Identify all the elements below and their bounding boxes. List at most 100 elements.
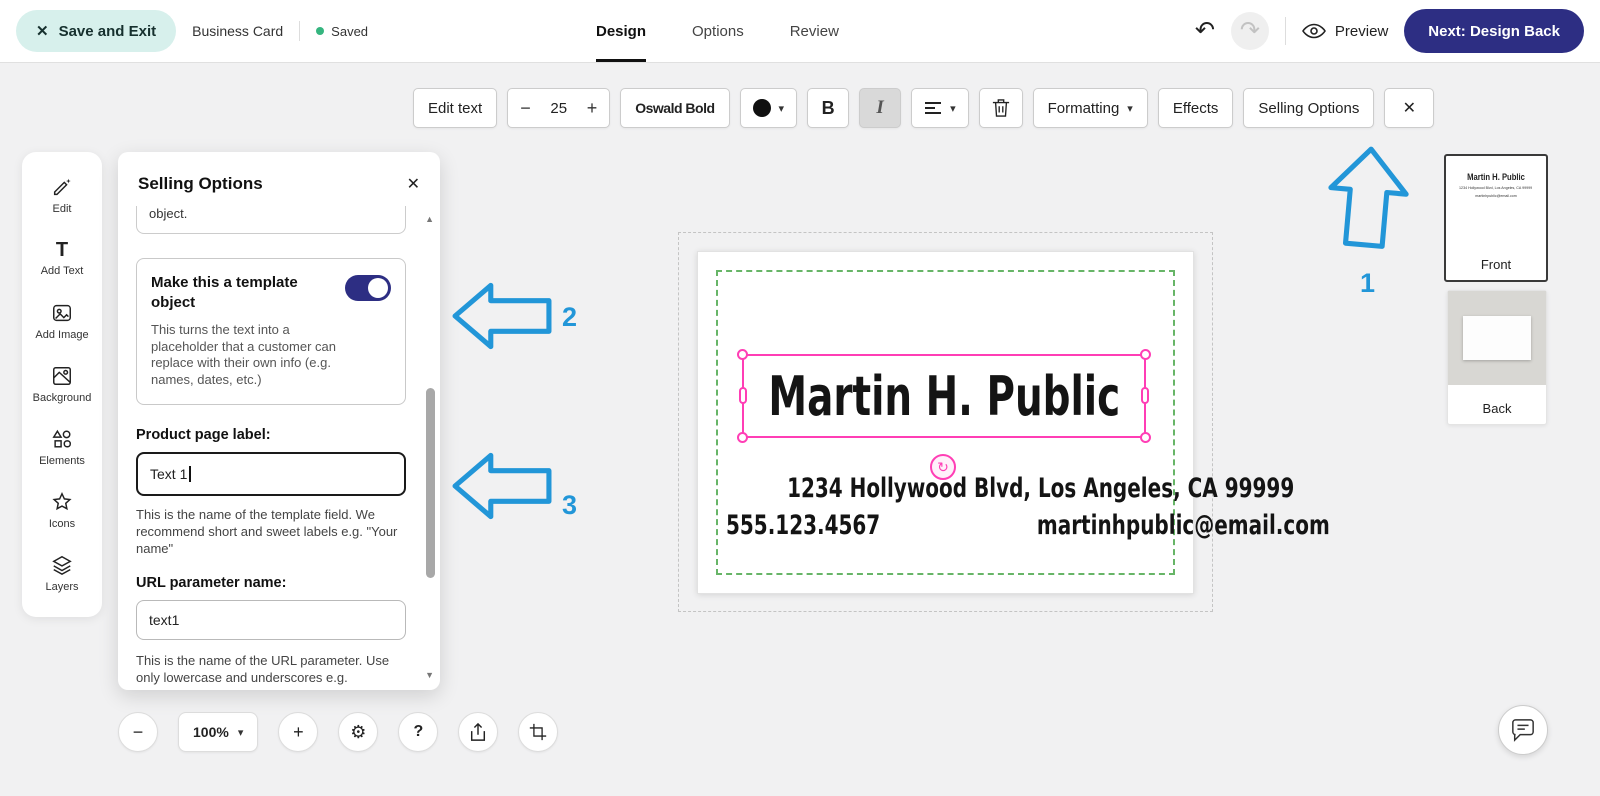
resize-handle-middle-left[interactable] — [739, 387, 747, 404]
product-page-label-input[interactable]: Text 1 — [136, 452, 406, 496]
zoom-in-button[interactable]: + — [278, 712, 318, 752]
undo-icon[interactable]: ↶ — [1195, 19, 1215, 43]
url-parameter-input[interactable] — [136, 600, 406, 640]
crop-icon — [529, 723, 547, 741]
chevron-down-icon: ▾ — [950, 102, 956, 115]
annotation-number-3: 3 — [562, 490, 577, 521]
scrollbar-up-icon[interactable]: ▲ — [425, 214, 434, 224]
panel-title: Selling Options — [138, 174, 263, 194]
font-size-decrease-button[interactable]: − — [520, 98, 531, 119]
edit-text-label: Edit text — [428, 100, 482, 117]
main-tabs: Design Options Review — [596, 0, 839, 62]
bold-button[interactable]: B — [807, 88, 849, 128]
font-family-label: Oswald Bold — [635, 100, 714, 116]
edit-pencil-icon — [51, 176, 73, 198]
chevron-down-icon: ▾ — [238, 726, 244, 739]
resize-handle-top-right[interactable] — [1140, 349, 1151, 360]
back-side-thumbnail[interactable]: Back — [1447, 290, 1547, 425]
preview-button[interactable]: Preview — [1302, 23, 1388, 40]
star-icon — [51, 491, 73, 513]
header-right: ↶ ↷ Preview Next: Design Back — [1195, 0, 1584, 62]
crop-button[interactable] — [518, 712, 558, 752]
thumb-front-address: 1234 Hollywood Blvd, Los Angeles, CA 999… — [1459, 185, 1532, 190]
formatting-button[interactable]: Formatting ▾ — [1033, 88, 1148, 128]
business-card-canvas[interactable]: Martin H. Public ↻ 1234 Hollywood Blvd, … — [697, 251, 1194, 594]
share-button[interactable] — [458, 712, 498, 752]
sidebar-item-add-image[interactable]: Add Image — [22, 290, 102, 353]
template-toggle[interactable] — [345, 275, 391, 301]
annotation-number-2: 2 — [562, 302, 577, 333]
chat-widget-button[interactable] — [1498, 705, 1548, 755]
annotation-arrow-left-2 — [452, 282, 552, 350]
canvas-trim-area: Martin H. Public ↻ 1234 Hollywood Blvd, … — [678, 232, 1213, 612]
back-thumbnail-preview — [1448, 291, 1546, 385]
share-icon — [469, 722, 487, 742]
resize-handle-middle-right[interactable] — [1141, 387, 1149, 404]
font-size-value[interactable]: 25 — [547, 100, 571, 117]
zoom-out-button[interactable]: − — [118, 712, 158, 752]
toolbar-close-button[interactable]: ✕ — [1384, 88, 1434, 128]
template-toggle-description: This turns the text into a placeholder t… — [151, 322, 356, 388]
panel-close-icon[interactable]: ✕ — [407, 174, 420, 194]
card-address-line[interactable]: 1234 Hollywood Blvd, Los Angeles, CA 999… — [698, 473, 1193, 504]
url-parameter-help: This is the name of the URL parameter. U… — [136, 652, 406, 686]
selling-options-panel: Selling Options ✕ object. Make this a te… — [118, 152, 440, 690]
app-root: ✕ Save and Exit Business Card Saved Desi… — [0, 0, 1600, 796]
sidebar-item-edit[interactable]: Edit — [22, 164, 102, 227]
sidebar-item-label: Edit — [53, 203, 72, 215]
tab-design[interactable]: Design — [596, 0, 646, 62]
card-email-text: martinhpublic@email.com — [1037, 510, 1330, 541]
layers-icon — [51, 554, 73, 576]
italic-button[interactable]: I — [859, 88, 901, 128]
front-thumbnail-label: Front — [1481, 257, 1511, 272]
sidebar-item-add-text[interactable]: T Add Text — [22, 227, 102, 290]
color-swatch-icon — [753, 99, 771, 117]
header-divider — [299, 21, 300, 41]
resize-handle-bottom-left[interactable] — [737, 432, 748, 443]
template-object-card: Make this a template object This turns t… — [136, 258, 406, 405]
delete-button[interactable] — [979, 88, 1023, 128]
zoom-level-dropdown[interactable]: 100% ▾ — [178, 712, 258, 752]
font-size-increase-button[interactable]: + — [587, 98, 598, 119]
text-color-button[interactable]: ▾ — [740, 88, 798, 128]
clipped-scrolled-field: object. — [136, 206, 406, 234]
sidebar-item-background[interactable]: Background — [22, 353, 102, 416]
annotation-arrow-up-1 — [1318, 142, 1419, 252]
add-image-icon — [51, 302, 73, 324]
text-cursor — [189, 466, 191, 482]
sidebar-item-icons[interactable]: Icons — [22, 479, 102, 542]
card-contact-line[interactable]: 555.123.4567 martinhpublic@email.com — [698, 510, 1193, 541]
resize-handle-top-left[interactable] — [737, 349, 748, 360]
sidebar-item-label: Background — [33, 392, 92, 404]
next-design-back-button[interactable]: Next: Design Back — [1404, 9, 1584, 53]
tools-sidebar: Edit T Add Text Add Image Background Ele… — [22, 152, 102, 617]
sidebar-item-layers[interactable]: Layers — [22, 542, 102, 605]
settings-button[interactable]: ⚙ — [338, 712, 378, 752]
card-name-text[interactable]: Martin H. Public — [768, 365, 1120, 428]
canvas-controls: − 100% ▾ + ⚙ ? — [118, 712, 558, 752]
text-align-button[interactable]: ▾ — [911, 88, 969, 128]
add-text-icon: T — [56, 240, 68, 260]
panel-body: object. Make this a template object This… — [118, 206, 440, 686]
align-icon — [924, 101, 942, 115]
tab-options[interactable]: Options — [692, 0, 744, 62]
sidebar-item-label: Layers — [45, 581, 78, 593]
effects-button[interactable]: Effects — [1158, 88, 1234, 128]
resize-handle-bottom-right[interactable] — [1140, 432, 1151, 443]
edit-text-button[interactable]: Edit text — [413, 88, 497, 128]
selling-options-button[interactable]: Selling Options — [1243, 88, 1374, 128]
redo-button[interactable]: ↷ — [1231, 12, 1269, 50]
scrollbar-thumb[interactable] — [426, 388, 435, 578]
saved-label: Saved — [331, 24, 368, 39]
saved-status: Saved — [316, 24, 368, 39]
tab-review[interactable]: Review — [790, 0, 839, 62]
sidebar-item-elements[interactable]: Elements — [22, 416, 102, 479]
help-button[interactable]: ? — [398, 712, 438, 752]
front-side-thumbnail[interactable]: Martin H. Public 1234 Hollywood Blvd, Lo… — [1444, 154, 1548, 282]
scrollbar-down-icon[interactable]: ▼ — [425, 670, 434, 680]
save-and-exit-button[interactable]: ✕ Save and Exit — [16, 10, 176, 52]
font-family-button[interactable]: Oswald Bold — [620, 88, 729, 128]
card-address-text: 1234 Hollywood Blvd, Los Angeles, CA 999… — [787, 473, 1294, 504]
formatting-label: Formatting — [1048, 100, 1120, 117]
selected-text-object[interactable]: Martin H. Public — [742, 354, 1146, 438]
